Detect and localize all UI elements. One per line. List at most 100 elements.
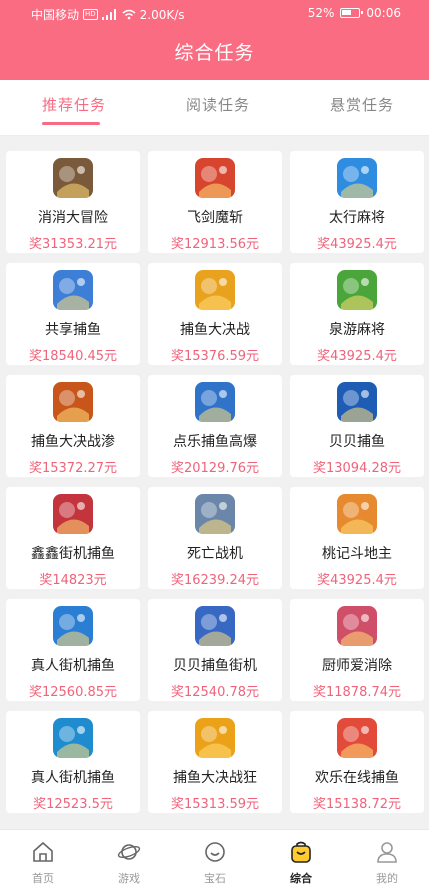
task-reward: 奖12523.5元 [33,797,113,812]
planet-icon [117,844,141,860]
game-adventure-icon [53,158,93,198]
tab-reading[interactable]: 阅读任务 [186,94,250,115]
game-mahjong-icon [337,270,377,310]
task-card[interactable]: 贝贝捕鱼街机 奖12540.78元 [148,599,282,701]
clock: 00:06 [366,6,401,20]
battery-percent: 52% [307,6,335,20]
nav-general-label: 综合 [290,872,312,885]
task-reward: 奖16239.24元 [170,573,260,588]
game-mahjong-icon [337,158,377,198]
nav-home[interactable]: 首页 [0,830,86,889]
task-card[interactable]: 鑫鑫街机捕鱼 奖14823元 [6,487,140,589]
wifi-icon [122,9,136,20]
nav-home-label: 首页 [32,872,54,885]
task-reward: 奖43925.4元 [317,237,397,252]
task-name: 捕鱼大决战狂 [173,770,257,786]
task-name: 捕鱼大决战渗 [31,434,115,450]
task-card[interactable]: 欢乐在线捕鱼 奖15138.72元 [290,711,424,813]
battery-icon [340,8,364,18]
tab-bounty[interactable]: 悬赏任务 [330,94,394,115]
game-chef-icon [337,606,377,646]
page-title: 综合任务 [174,42,255,64]
task-name: 飞剑魔斩 [187,210,243,226]
task-card[interactable]: 消消大冒险奖31353.21元 [6,151,140,253]
home-icon [33,841,53,862]
task-card[interactable]: 点乐捕鱼高爆 奖20129.76元 [148,375,282,477]
nav-mine-label: 我的 [376,872,398,885]
task-reward: 奖15138.72元 [312,797,402,812]
task-reward: 奖15372.27元 [28,461,118,476]
task-reward: 奖20129.76元 [170,461,260,476]
task-name: 厨师爱消除 [322,658,392,674]
smile-icon [205,842,225,862]
task-tabs: 推荐任务 阅读任务 悬赏任务 [0,80,429,136]
task-name: 泉游麻将 [329,322,385,338]
network-speed: 2.00K/s [139,7,185,22]
task-card[interactable]: 死亡战机奖16239.24元 [148,487,282,589]
task-card[interactable]: 贝贝捕鱼奖13094.28元 [290,375,424,477]
game-fish-icon [53,494,93,534]
task-reward: 奖12540.78元 [170,685,260,700]
task-reward: 奖15313.59元 [170,797,260,812]
signal-icon [101,9,116,20]
bottom-navbar: 首页 游戏 宝石 综合 我的 [0,829,429,889]
task-name: 鑫鑫街机捕鱼 [31,546,115,562]
task-card[interactable]: 泉游麻将奖43925.4元 [290,263,424,365]
carrier-label: 中国移动 [31,8,80,22]
nav-gems-label: 宝石 [204,872,226,885]
task-card[interactable]: 飞剑魔斩奖12913.56元 [148,151,282,253]
nav-games[interactable]: 游戏 [86,830,172,889]
task-reward: 奖43925.4元 [317,349,397,364]
task-name: 捕鱼大决战 [180,322,250,338]
task-name: 点乐捕鱼高爆 [173,434,257,450]
game-fish-icon [53,382,93,422]
task-card[interactable]: 共享捕鱼 奖18540.45元 [6,263,140,365]
task-card[interactable]: 捕鱼大决战狂 奖15313.59元 [148,711,282,813]
task-card[interactable]: 捕鱼大决战奖15376.59元 [148,263,282,365]
status-bar: 中国移动 HD 2.00K/s 52% 00:06 [0,0,429,28]
nav-gems[interactable]: 宝石 [172,830,258,889]
game-fish-icon [195,718,235,758]
task-name: 真人街机捕鱼 [31,658,115,674]
task-card[interactable]: 真人街机捕鱼 奖12523.5元 [6,711,140,813]
task-card[interactable]: 厨师爱消除奖11878.74元 [290,599,424,701]
nav-mine[interactable]: 我的 [344,830,429,889]
task-card[interactable]: 捕鱼大决战渗 奖15372.27元 [6,375,140,477]
task-name: 贝贝捕鱼 [329,434,385,450]
task-reward: 奖12560.85元 [28,685,118,700]
task-reward: 奖13094.28元 [312,461,402,476]
user-icon [377,842,397,863]
game-fish-icon [53,270,93,310]
task-name: 贝贝捕鱼街机 [173,658,257,674]
game-fish-icon [53,606,93,646]
task-name: 欢乐在线捕鱼 [315,770,399,786]
task-reward: 奖12913.56元 [170,237,260,252]
task-name: 太行麻将 [329,210,385,226]
game-swordsman-icon [195,158,235,198]
bag-icon [291,841,311,863]
hd-badge: HD [83,9,98,20]
active-tab-indicator [42,122,100,125]
game-fish-icon [337,718,377,758]
task-reward: 奖11878.74元 [312,685,402,700]
game-jet-icon [195,494,235,534]
task-reward: 奖18540.45元 [28,349,118,364]
task-name: 消消大冒险 [38,210,108,226]
game-fish-icon [195,270,235,310]
app-header: 中国移动 HD 2.00K/s 52% 00:06 综合任务 [0,0,429,80]
task-card[interactable]: 真人街机捕鱼 奖12560.85元 [6,599,140,701]
task-name: 死亡战机 [187,546,243,562]
game-cards-icon [337,494,377,534]
tab-recommended[interactable]: 推荐任务 [42,94,106,115]
task-card[interactable]: 太行麻将奖43925.4元 [290,151,424,253]
task-reward: 奖31353.21元 [28,237,118,252]
task-name: 桃记斗地主 [322,546,392,562]
game-fish-icon [337,382,377,422]
nav-general[interactable]: 综合 [258,830,344,889]
task-name: 真人街机捕鱼 [31,770,115,786]
task-card[interactable]: 桃记斗地主 奖43925.4元 [290,487,424,589]
game-fish-icon [53,718,93,758]
task-reward: 奖14823元 [39,573,107,588]
game-fish-icon [195,382,235,422]
task-reward: 奖15376.59元 [170,349,260,364]
